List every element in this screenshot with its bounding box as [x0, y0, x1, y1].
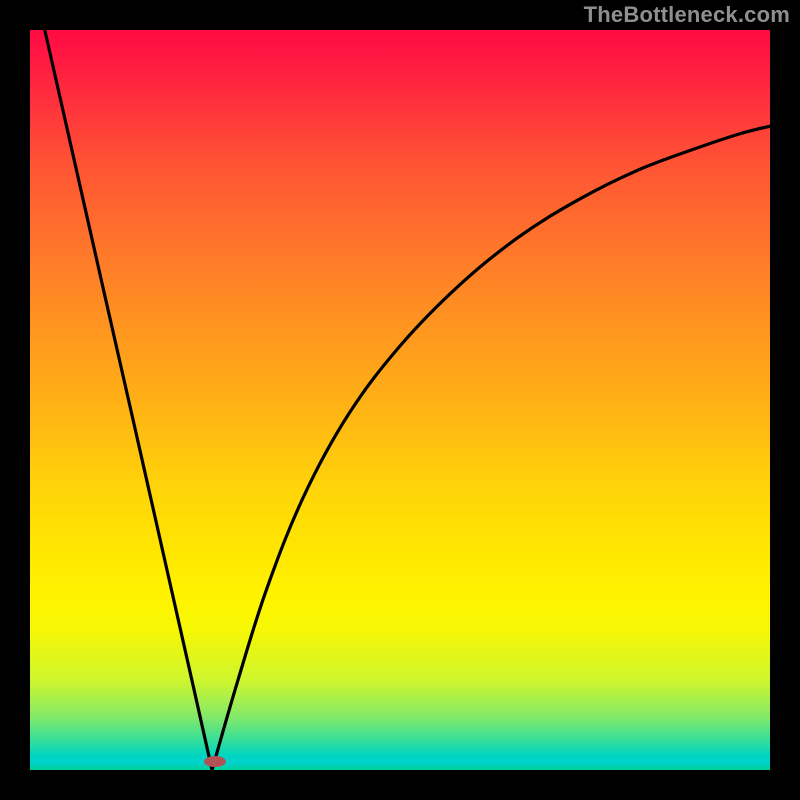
plot-area — [30, 30, 770, 770]
minimum-marker — [204, 756, 226, 767]
chart-frame: TheBottleneck.com — [0, 0, 800, 800]
bottleneck-curve — [30, 30, 770, 770]
watermark-text: TheBottleneck.com — [584, 2, 790, 28]
